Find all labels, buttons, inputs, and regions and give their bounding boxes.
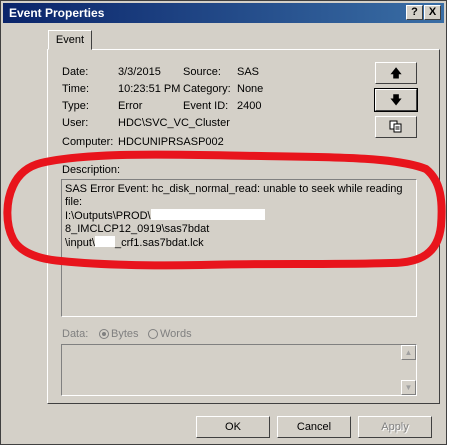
time-label: Time: (62, 83, 90, 95)
source-value: SAS (237, 66, 260, 78)
data-box[interactable]: ▲ ▼ (61, 344, 417, 396)
user-label: User: (62, 117, 89, 129)
radio-icon (148, 329, 158, 339)
event-id-label: Event ID: (183, 100, 229, 112)
description-line-2-start: I:\Outputs\PROD\ (65, 210, 151, 222)
description-box[interactable]: SAS Error Event: hc_disk_normal_read: un… (61, 179, 417, 317)
time-value: 10:23:51 PM (118, 83, 181, 95)
date-value: 3/3/2015 (118, 66, 161, 78)
description-text: SAS Error Event: hc_disk_normal_read: un… (65, 183, 405, 250)
words-radio[interactable]: Words (148, 328, 192, 340)
user-value: HDC\SVC_VC_Cluster (118, 117, 230, 129)
event-id-value: 2400 (237, 100, 262, 112)
bytes-radio[interactable]: Bytes (99, 328, 139, 340)
apply-button[interactable]: Apply (358, 416, 432, 438)
type-label: Type: (62, 100, 89, 112)
arrow-up-icon: 🡅 (389, 66, 403, 80)
type-value: Error (118, 100, 143, 112)
previous-event-button[interactable]: 🡅 (375, 62, 417, 84)
next-event-button[interactable]: 🡇 (374, 88, 418, 112)
tab-event[interactable]: Event (48, 30, 92, 50)
computer-label: Computer: (62, 136, 114, 148)
redaction-block (94, 236, 115, 247)
description-line-2-end: 8_IMCLCP12_0919\sas7bdat (65, 223, 210, 235)
title-bar: Event Properties ? X (3, 3, 444, 23)
computer-value: HDCUNIPRSASP002 (118, 136, 224, 148)
category-value: None (237, 83, 264, 95)
description-line-3-start: \input\ (65, 237, 95, 249)
source-label: Source: (183, 66, 221, 78)
scroll-down-icon[interactable]: ▼ (401, 380, 416, 395)
scroll-up-icon[interactable]: ▲ (401, 345, 416, 360)
cancel-button[interactable]: Cancel (277, 416, 351, 438)
event-properties-window: Event Properties ? X Event Date: 3/3/201… (0, 0, 447, 445)
copy-button[interactable] (375, 116, 417, 138)
data-label: Data: (62, 328, 89, 340)
ok-button[interactable]: OK (196, 416, 270, 438)
scrollbar[interactable]: ▲ ▼ (400, 345, 416, 395)
date-label: Date: (62, 66, 89, 78)
category-label: Category: (183, 83, 231, 95)
description-label: Description: (62, 164, 121, 176)
help-button[interactable]: ? (406, 5, 423, 20)
description-line-3-end: _crf1.sas7bdat.lck (114, 237, 204, 249)
description-line-1: SAS Error Event: hc_disk_normal_read: un… (65, 183, 406, 208)
close-button[interactable]: X (424, 5, 441, 20)
words-radio-label: Words (160, 328, 192, 340)
radio-selected-icon (99, 329, 109, 339)
bytes-radio-label: Bytes (111, 328, 139, 340)
copy-icon (389, 120, 402, 133)
redaction-block (150, 209, 265, 220)
arrow-down-icon: 🡇 (389, 93, 403, 107)
window-title: Event Properties (9, 6, 105, 20)
